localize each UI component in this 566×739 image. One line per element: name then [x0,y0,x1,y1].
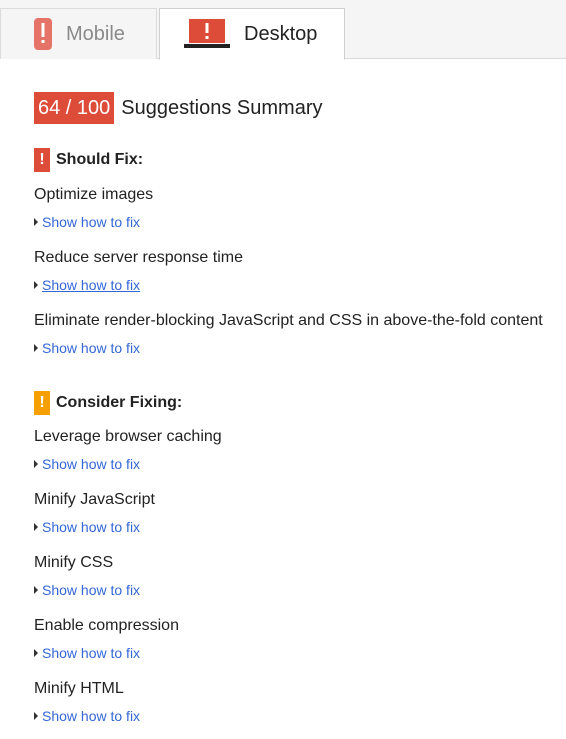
rule-title: Minify HTML [34,680,124,697]
show-how-to-fix-link[interactable]: Show how to fix [34,644,140,662]
rule-title: Minify CSS [34,554,114,571]
tab-mobile-label: Mobile [66,22,125,45]
show-how-to-fix-link[interactable]: Show how to fix [34,339,140,357]
device-tab-bar: Mobile Desktop [0,0,566,60]
rule-title: Enable compression [34,617,179,634]
show-how-to-fix-link[interactable]: Show how to fix [34,455,140,473]
should-fix-label: Should Fix: [56,151,144,168]
show-how-to-fix-link[interactable]: Show how to fix [34,276,140,294]
rule-title: Leverage browser caching [34,428,222,445]
show-how-to-fix-link[interactable]: Show how to fix [34,213,140,231]
rule-title: Reduce server response time [34,249,243,266]
summary-title: Suggestions Summary [121,96,323,119]
tab-desktop[interactable]: Desktop [159,8,345,60]
expand-triangle-icon [34,523,38,531]
mobile-phone-alert-icon [34,18,52,50]
rule-title: Minify JavaScript [34,491,155,508]
tab-mobile[interactable]: Mobile [0,8,157,59]
consider-fixing-label: Consider Fixing: [56,394,183,411]
desktop-monitor-alert-icon [184,19,230,49]
expand-triangle-icon [34,281,38,289]
expand-triangle-icon [34,344,38,352]
tab-desktop-label: Desktop [244,22,318,45]
expand-triangle-icon [34,586,38,594]
rule-title: Optimize images [34,186,154,203]
expand-triangle-icon [34,649,38,657]
consider-fixing-alert-icon: ! [34,391,50,415]
expand-triangle-icon [34,218,38,226]
expand-triangle-icon [34,460,38,468]
expand-triangle-icon [34,712,38,720]
show-how-to-fix-link[interactable]: Show how to fix [34,581,140,599]
should-fix-alert-icon: ! [34,148,50,172]
show-how-to-fix-link[interactable]: Show how to fix [34,518,140,536]
score-badge: 64 / 100 [34,92,115,124]
rule-title: Eliminate render-blocking JavaScript and… [34,312,543,329]
consider-fixing-heading: ! Consider Fixing: [34,391,182,415]
show-how-to-fix-link[interactable]: Show how to fix [34,707,140,725]
page-insights-panel: Mobile Desktop 64 / 100 Suggestions Summ… [0,0,566,739]
suggestions-summary: 64 / 100 Suggestions Summary [34,92,323,124]
should-fix-heading: ! Should Fix: [34,148,143,172]
